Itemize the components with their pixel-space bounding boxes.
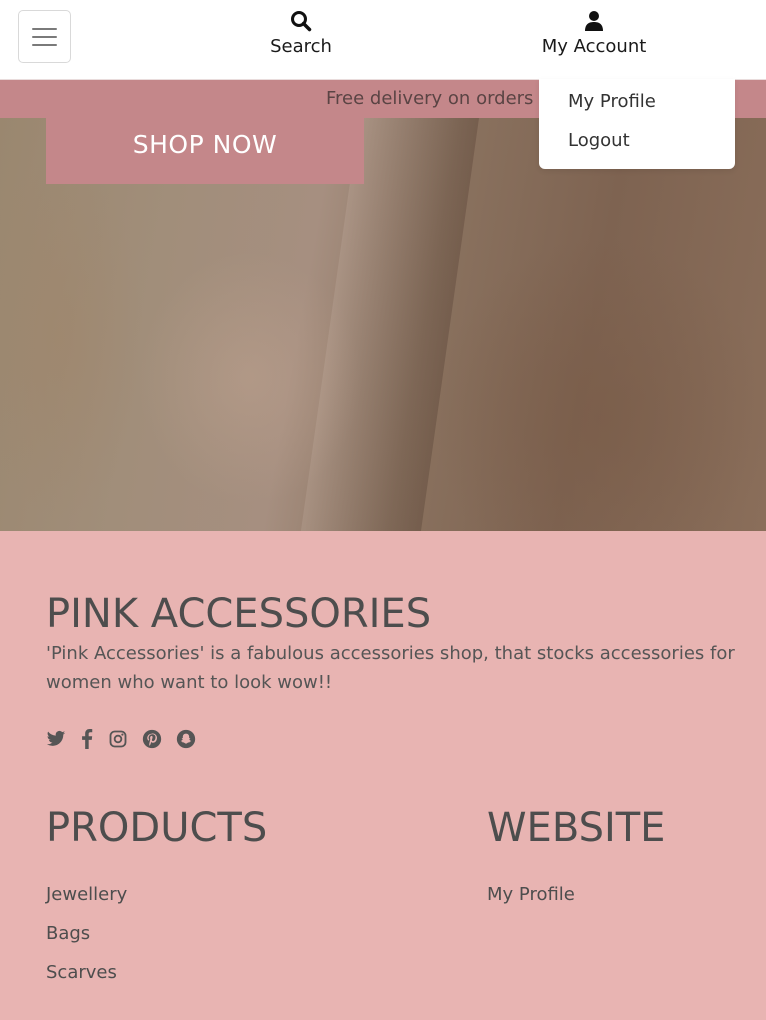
footer-description: 'Pink Accessories' is a fabulous accesso… <box>46 643 735 693</box>
search-link[interactable]: Search <box>262 10 340 68</box>
footer-link-bags[interactable]: Bags <box>46 923 90 944</box>
facebook-icon[interactable] <box>80 729 94 749</box>
my-account-link[interactable]: My Account <box>536 10 652 68</box>
footer-link-jewellery[interactable]: Jewellery <box>46 884 127 905</box>
account-dropdown-menu: My Profile Logout <box>539 79 735 169</box>
footer-link-my-profile[interactable]: My Profile <box>487 884 575 905</box>
social-links <box>46 728 196 750</box>
hamburger-icon[interactable] <box>18 10 71 63</box>
search-icon <box>291 11 312 32</box>
dropdown-item-logout[interactable]: Logout <box>568 130 630 151</box>
user-icon <box>585 11 603 31</box>
pinterest-icon[interactable] <box>142 729 162 749</box>
products-heading: PRODUCTS <box>46 805 268 851</box>
twitter-icon[interactable] <box>46 729 66 749</box>
footer: PINK ACCESSORIES 'Pink Accessories' is a… <box>0 531 766 1020</box>
promo-text: Free delivery on orders o <box>326 88 551 109</box>
website-heading: WEBSITE <box>487 805 666 851</box>
footer-brand-title: PINK ACCESSORIES <box>46 591 432 637</box>
footer-link-scarves[interactable]: Scarves <box>46 962 117 983</box>
search-label: Search <box>270 36 332 57</box>
my-account-label: My Account <box>541 36 647 57</box>
instagram-icon[interactable] <box>108 729 128 749</box>
shop-now-button[interactable]: SHOP NOW <box>46 118 364 184</box>
top-navbar: Search My Account <box>0 0 766 80</box>
dropdown-item-my-profile[interactable]: My Profile <box>568 91 656 112</box>
snapchat-icon[interactable] <box>176 729 196 749</box>
